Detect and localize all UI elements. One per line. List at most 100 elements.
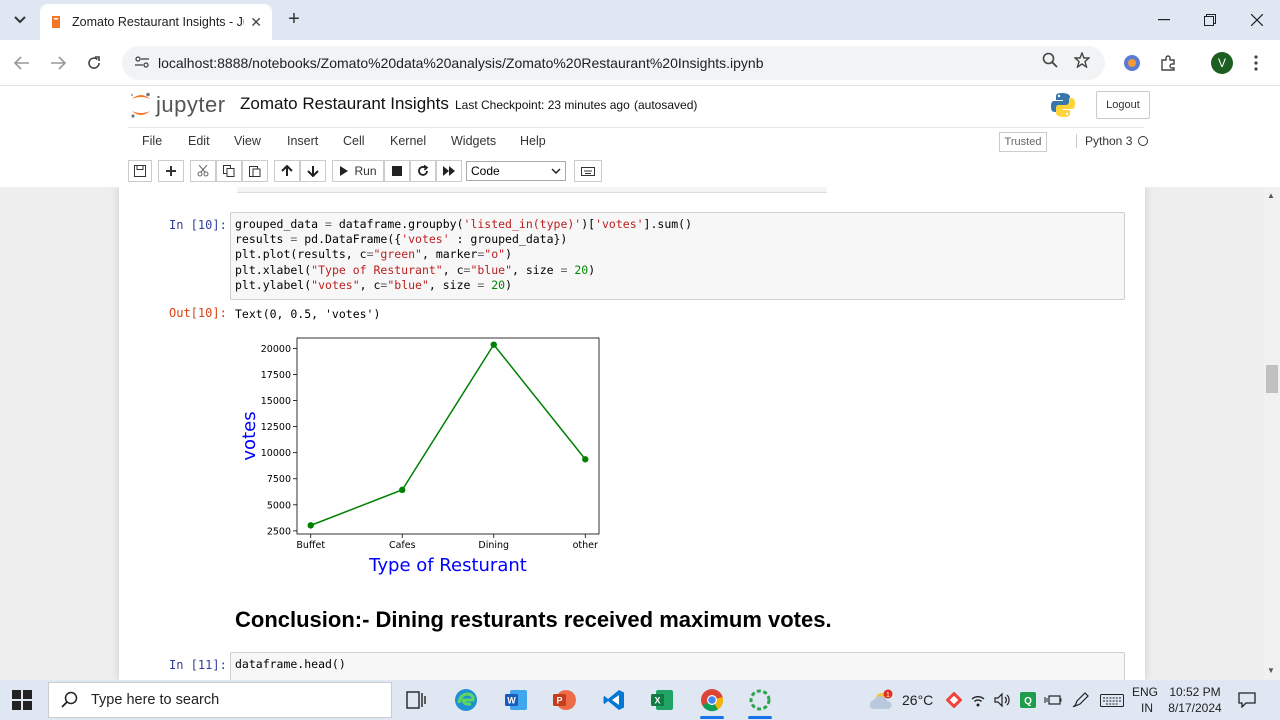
vscode-icon[interactable] [594,684,634,716]
trusted-badge[interactable]: Trusted [999,132,1047,152]
scroll-thumb[interactable] [1266,365,1278,393]
forward-button[interactable] [44,49,72,77]
x-tick-label: Dining [478,540,509,551]
menu-file[interactable]: File [142,134,162,148]
profile-avatar[interactable]: V [1211,52,1233,74]
page-scrollbar[interactable]: ▲ ▼ [1264,187,1280,680]
scroll-up-icon[interactable]: ▲ [1267,191,1275,200]
excel-icon[interactable]: X [642,684,682,716]
code-cell-11[interactable]: dataframe.head() [230,652,1125,680]
run-label: Run [354,164,377,178]
clock[interactable]: 10:52 PM 8/17/2024 [1166,680,1224,720]
back-button[interactable] [8,49,36,77]
checkpoint-status: Last Checkpoint: 23 minutes ago [455,98,630,112]
copy-icon [223,165,235,177]
paste-icon [249,166,261,177]
menu-widgets[interactable]: Widgets [451,134,496,148]
jupyter-logo[interactable]: jupyter [130,92,226,118]
restart-run-all-button[interactable] [436,160,462,182]
kernel-name[interactable]: Python 3 [1076,134,1132,148]
pen-icon[interactable] [1072,692,1090,708]
menu-insert[interactable]: Insert [287,134,318,148]
speaker-icon[interactable] [994,692,1012,708]
menu-kernel[interactable]: Kernel [390,134,426,148]
move-down-button[interactable] [300,160,326,182]
y-tick-label: 7500 [267,474,291,485]
conclusion-heading: Conclusion:- Dining resturants received … [235,607,832,632]
scissors-icon [197,165,209,177]
svg-text:X: X [654,696,660,706]
restart-button[interactable] [410,160,436,182]
keyboard-icon [581,166,595,176]
code-cell-10[interactable]: grouped_data = dataframe.groupby('listed… [230,212,1125,300]
new-tab-button[interactable]: + [282,8,306,32]
taskbar-search[interactable]: Type here to search [48,682,392,718]
output-prompt: Out[10]: [169,306,227,320]
run-button[interactable]: Run [332,160,384,182]
data-point [399,486,406,494]
zoom-icon[interactable] [1039,52,1061,74]
restart-icon [418,165,429,176]
cut-button[interactable] [190,160,216,182]
notebook-area: In [10]: grouped_data = dataframe.groupb… [0,187,1264,680]
close-window-button[interactable] [1234,0,1280,40]
insert-cell-button[interactable] [158,160,184,182]
touch-keyboard-icon[interactable] [1100,692,1124,708]
y-axis-label: votes [239,411,260,460]
command-palette-button[interactable] [574,160,602,182]
cell-type-select[interactable]: Code [466,161,566,181]
clock-time: 10:52 PM [1169,685,1221,699]
move-up-button[interactable] [274,160,300,182]
svg-text:Q: Q [1024,696,1032,707]
menu-help[interactable]: Help [520,134,546,148]
notebook-title[interactable]: Zomato Restaurant Insights [240,94,449,114]
menu-view[interactable]: View [234,134,261,148]
site-info-icon[interactable] [134,55,156,72]
stop-icon [392,166,402,176]
loading-app-icon[interactable] [740,684,780,719]
close-icon [1251,14,1263,26]
anydesk-icon[interactable] [946,692,962,708]
scroll-down-icon[interactable]: ▼ [1267,666,1275,675]
browser-tab[interactable]: Zomato Restaurant Insights - Ju ✕ [40,4,272,40]
bookmark-star-icon[interactable] [1071,51,1093,74]
weather-badge: 1 [886,692,890,699]
python-logo-icon [1051,93,1075,117]
notebook-favicon-icon [50,15,62,29]
extension-shield-icon[interactable] [1121,52,1143,74]
paste-button[interactable] [242,160,268,182]
weather-widget[interactable]: 1 26°C [868,680,933,720]
restore-button[interactable] [1187,0,1233,40]
wifi-icon[interactable] [970,692,986,708]
chrome-icon[interactable] [692,684,732,719]
minimize-button[interactable] [1141,0,1187,40]
notifications-button[interactable] [1238,680,1256,720]
tab-search-button[interactable] [6,6,34,34]
powerpoint-icon[interactable]: P [544,684,584,716]
menu-cell[interactable]: Cell [343,134,365,148]
arrow-down-icon [307,166,319,177]
address-bar[interactable]: localhost:8888/notebooks/Zomato%20data%2… [122,46,1105,80]
browser-menu-icon[interactable] [1245,52,1267,74]
word-icon[interactable]: W [496,684,536,716]
battery-icon[interactable] [1044,693,1062,707]
svg-text:P: P [556,696,562,706]
windows-start-icon[interactable] [12,690,32,710]
extensions-puzzle-icon[interactable] [1157,52,1179,74]
save-button[interactable] [128,160,152,182]
edge-icon[interactable] [446,684,486,716]
close-tab-icon[interactable]: ✕ [250,14,262,31]
copy-button[interactable] [216,160,242,182]
search-placeholder: Type here to search [91,692,220,708]
data-point [490,341,497,348]
notebook-toolbar: Run Code [128,158,1144,186]
x-tick-label: Buffet [296,540,325,551]
interrupt-button[interactable] [384,160,410,182]
task-view-icon[interactable] [396,684,436,716]
y-tick-label: 10000 [261,448,291,459]
menu-edit[interactable]: Edit [188,134,210,148]
logout-button[interactable]: Logout [1096,91,1150,119]
reload-button[interactable] [80,49,108,77]
quick-heal-icon[interactable]: Q [1020,692,1036,708]
language-indicator[interactable]: ENG IN [1132,680,1158,720]
